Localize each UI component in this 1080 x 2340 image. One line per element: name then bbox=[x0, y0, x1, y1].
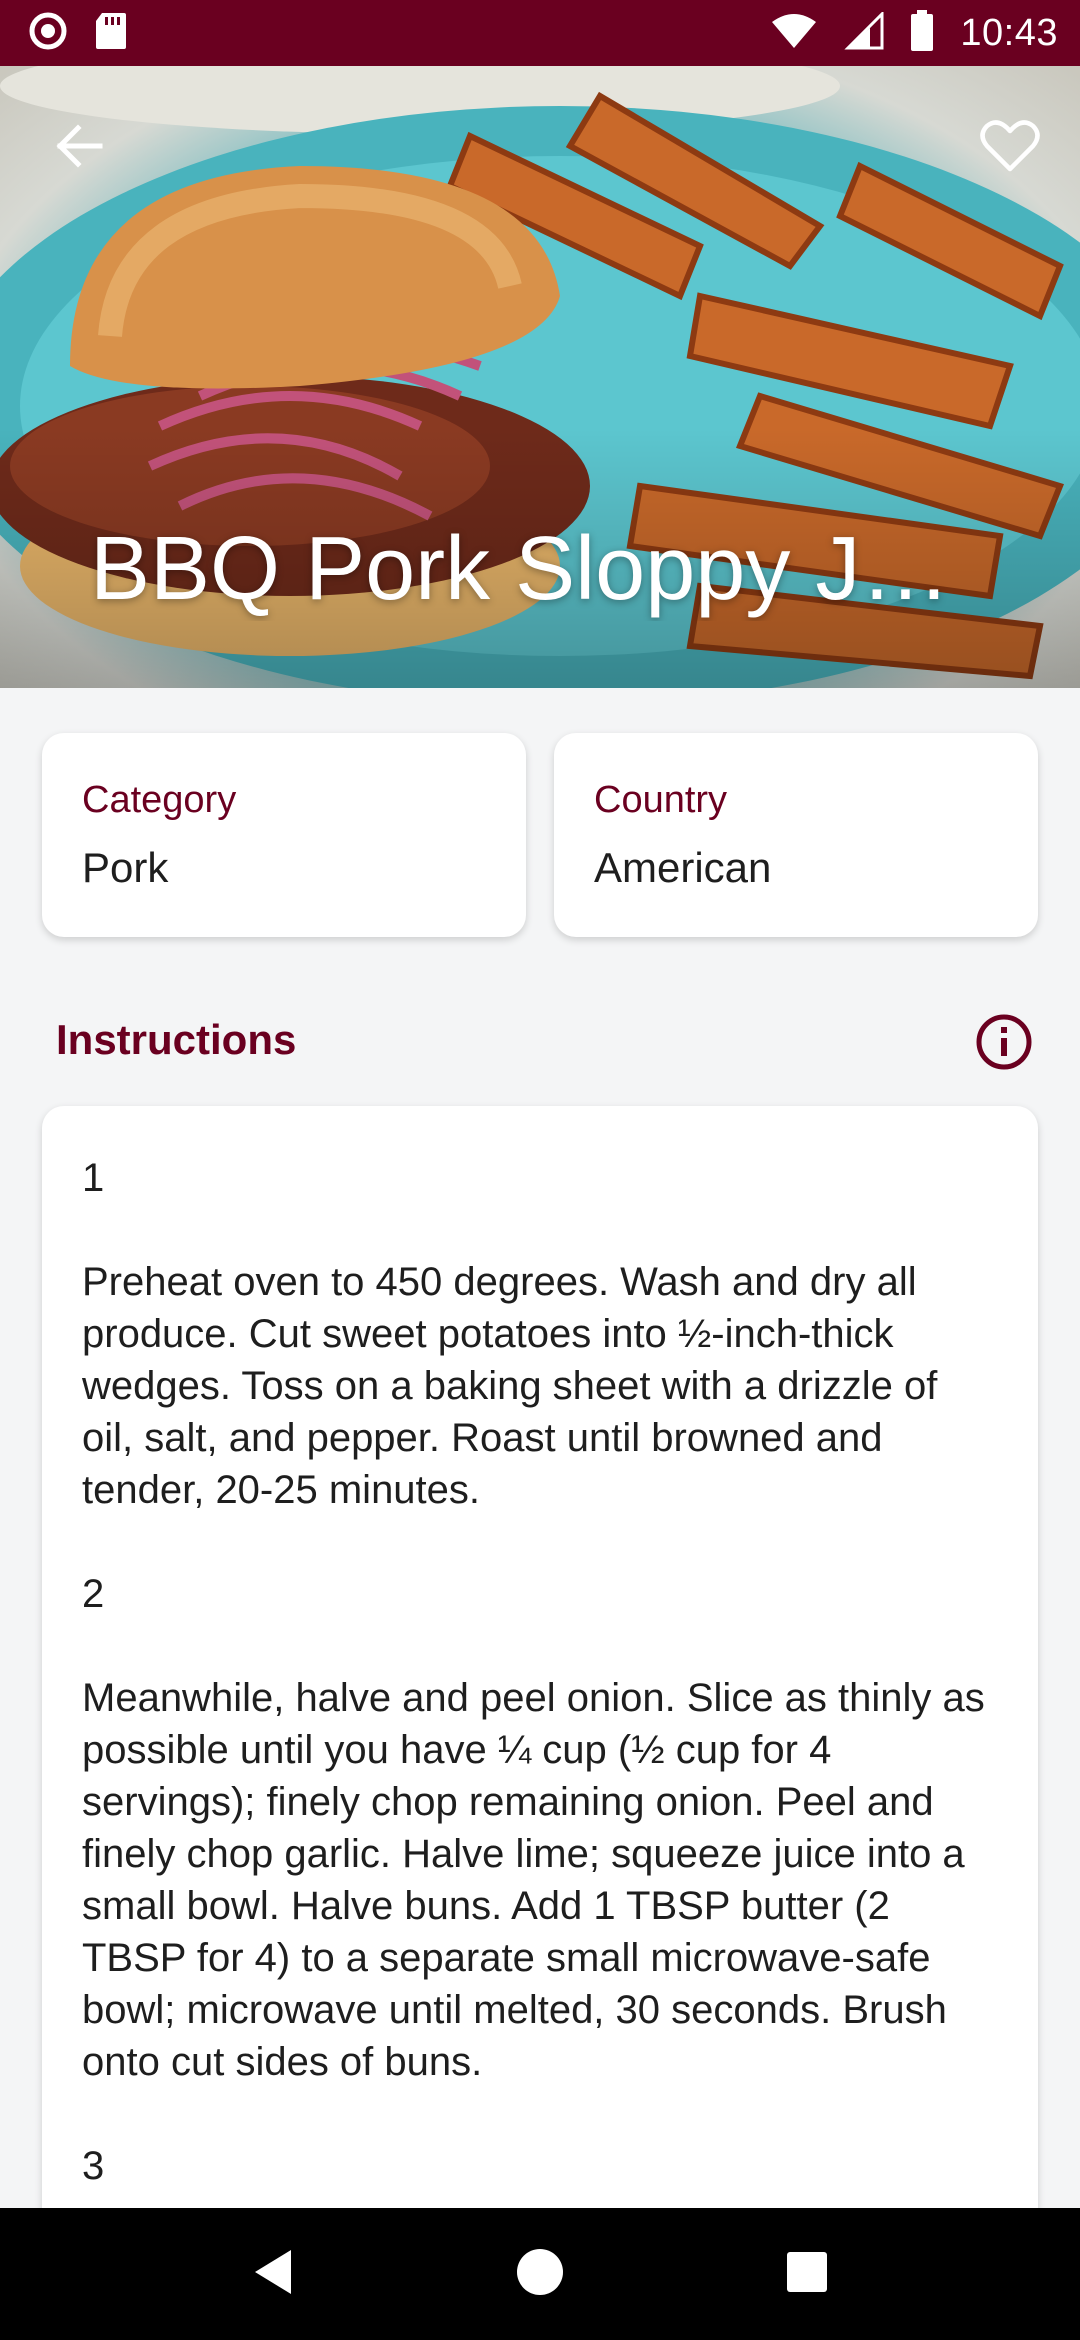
favorite-button[interactable] bbox=[972, 110, 1048, 186]
category-card: Category Pork bbox=[42, 733, 526, 937]
status-time: 10:43 bbox=[960, 11, 1058, 54]
nav-home-button[interactable] bbox=[495, 2229, 585, 2319]
instructions-card[interactable]: 1 Preheat oven to 450 degrees. Wash and … bbox=[42, 1106, 1038, 2340]
recipe-title: BBQ Pork Sloppy Joes bbox=[90, 519, 990, 619]
category-value: Pork bbox=[82, 844, 169, 891]
navigation-bar bbox=[0, 2208, 1080, 2340]
country-label: Country bbox=[594, 779, 728, 821]
arrow-back-icon bbox=[52, 120, 104, 177]
instructions-title: Instructions bbox=[56, 1016, 297, 1063]
category-label: Category bbox=[82, 779, 237, 821]
heart-outline-icon bbox=[980, 119, 1040, 178]
wifi-icon bbox=[770, 12, 818, 55]
back-triangle-icon bbox=[251, 2248, 295, 2301]
nav-recents-button[interactable] bbox=[762, 2229, 852, 2319]
signal-icon bbox=[844, 9, 884, 55]
back-button[interactable] bbox=[40, 110, 116, 186]
nav-back-button[interactable] bbox=[228, 2229, 318, 2319]
country-card: Country American bbox=[554, 733, 1038, 937]
home-circle-icon bbox=[515, 2247, 565, 2302]
status-bar: 10:43 bbox=[0, 0, 1080, 66]
recipe-detail-screen: 10:43 BBQ Pork Sloppy Joes Category Pork… bbox=[0, 0, 1080, 2340]
battery-icon bbox=[910, 9, 934, 57]
recipe-hero-image: BBQ Pork Sloppy Joes bbox=[0, 66, 1080, 688]
info-icon bbox=[975, 1013, 1033, 1076]
sd-card-icon bbox=[94, 11, 128, 56]
instructions-text: 1 Preheat oven to 450 degrees. Wash and … bbox=[82, 1156, 985, 2188]
recents-square-icon bbox=[785, 2250, 829, 2299]
record-icon bbox=[28, 11, 68, 56]
country-value: American bbox=[594, 844, 772, 891]
instructions-info-button[interactable] bbox=[968, 1008, 1040, 1080]
